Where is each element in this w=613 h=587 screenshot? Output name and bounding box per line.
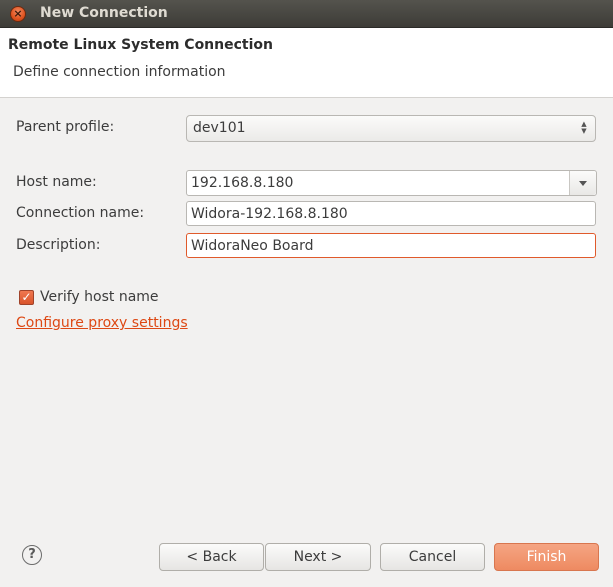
wizard-header: Remote Linux System Connection Define co… <box>0 28 613 98</box>
title-bar: × New Connection <box>0 0 613 28</box>
back-button[interactable]: < Back <box>159 543 264 571</box>
page-title: Remote Linux System Connection <box>8 37 273 53</box>
help-icon[interactable]: ? <box>22 545 42 565</box>
host-name-input[interactable] <box>187 171 569 195</box>
parent-profile-value: dev101 <box>193 120 246 136</box>
host-name-dropdown-button[interactable] <box>569 171 596 195</box>
chevron-down-icon <box>579 181 587 186</box>
verify-host-checkbox[interactable]: ✓ <box>19 290 34 305</box>
updown-arrows-icon: ▲ ▼ <box>581 120 587 135</box>
window-title: New Connection <box>40 5 168 21</box>
cancel-button[interactable]: Cancel <box>380 543 485 571</box>
connection-name-field <box>186 201 596 226</box>
parent-profile-label: Parent profile: <box>16 119 115 135</box>
next-button[interactable]: Next > <box>265 543 371 571</box>
new-connection-dialog: × New Connection Remote Linux System Con… <box>0 0 613 587</box>
host-name-combo <box>186 170 597 196</box>
finish-button[interactable]: Finish <box>494 543 599 571</box>
configure-proxy-link[interactable]: Configure proxy settings <box>16 315 188 331</box>
connection-name-input[interactable] <box>187 202 595 225</box>
description-input[interactable] <box>187 234 595 257</box>
close-icon[interactable]: × <box>10 6 26 22</box>
page-description: Define connection information <box>13 64 226 80</box>
description-field <box>186 233 596 258</box>
connection-name-label: Connection name: <box>16 205 145 221</box>
description-label: Description: <box>16 237 101 253</box>
verify-host-label[interactable]: Verify host name <box>40 289 159 305</box>
host-name-label: Host name: <box>16 174 97 190</box>
parent-profile-select[interactable]: dev101 ▲ ▼ <box>186 115 596 142</box>
